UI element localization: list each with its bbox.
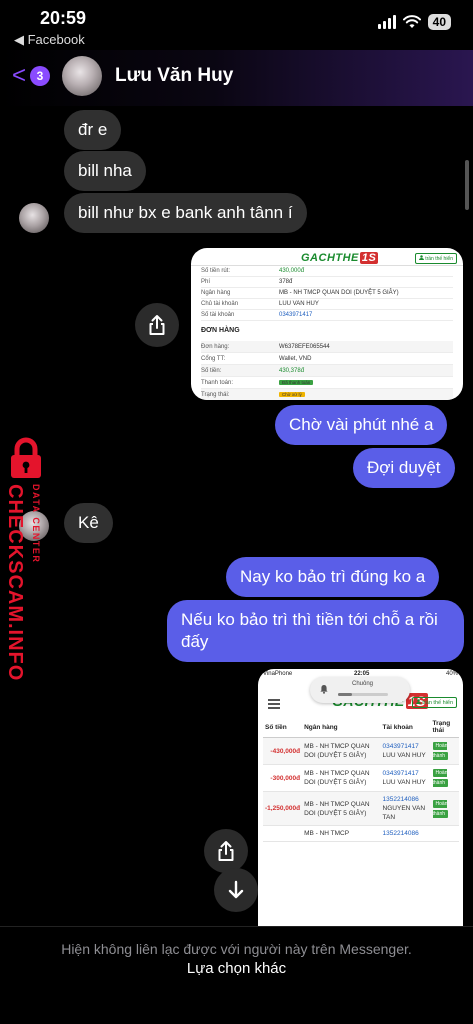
arrow-down-icon: [228, 880, 244, 899]
table-header-row: Số tiền Ngân hàng Tài khoản Trạng thái: [263, 717, 459, 738]
message-incoming[interactable]: bill nha: [64, 151, 146, 191]
detail-row: Số tiền rút: 430,000đ: [201, 266, 453, 277]
message-outgoing[interactable]: Nếu ko bảo trì thì tiền tới chỗ a rồi đấ…: [167, 600, 464, 662]
checkscam-watermark: CHECKSCAM.INFO DATA CENTER: [0, 436, 56, 682]
unread-badge: 3: [30, 66, 50, 86]
detail-row: Chủ tài khoản LUU VAN HUY: [201, 299, 453, 310]
table-row: MB - NH TMCP 1352214086: [263, 825, 459, 842]
share-button[interactable]: [135, 303, 179, 347]
paid-badge: Đã thanh toán: [279, 379, 314, 385]
other-options-link[interactable]: Lựa chọn khác: [0, 960, 473, 977]
order-details: Đơn hàng: W6378EFE065544 Cổng TT: Wallet, …: [201, 341, 453, 400]
signal-icon: [377, 15, 396, 29]
share-icon: [149, 315, 165, 335]
detail-row: Số tài khoản 0343971417: [201, 310, 453, 321]
unavailable-notice: Hiện không liên lạc được với người này t…: [61, 941, 412, 957]
share-icon: [218, 841, 234, 861]
bell-icon: [320, 685, 328, 694]
table-row: -430,000đ MB - NH TMCP QUAN DOI (DUYỆT 5…: [263, 737, 459, 765]
battery-indicator: 40: [427, 14, 451, 30]
user-icon: [418, 255, 424, 260]
status-badge: Hoàn thành: [432, 799, 449, 818]
status-badge: Hoàn thành: [432, 769, 449, 787]
scroll-to-bottom-button[interactable]: [214, 868, 258, 912]
message-outgoing[interactable]: Nay ko bảo trì đúng ko a: [226, 557, 440, 597]
detail-row: Số tiền: 430,378đ: [201, 365, 453, 377]
lock-icon: [11, 437, 41, 478]
user-icon: [415, 699, 421, 704]
detail-row: Trạng thái: Chờ xử lý: [201, 389, 453, 400]
detail-row: Phí 378đ: [201, 277, 453, 288]
menu-icon: [268, 699, 280, 711]
withdraw-details: Số tiền rút: 430,000đ Phí 378đ Ngân hàng MB…: [201, 266, 453, 321]
status-icons: 40: [377, 14, 451, 30]
message-incoming[interactable]: bill như bx e bank anh tânn í: [64, 193, 307, 233]
pending-badge: Chờ xử lý: [279, 391, 305, 397]
image-attachment-history[interactable]: VinaPhone 22:05 40% GACHTHE1S trần thế h…: [258, 669, 463, 927]
chat-header: < 3 Lưu Văn Huy: [0, 50, 473, 106]
message-incoming[interactable]: Kê: [64, 503, 113, 543]
scrollbar[interactable]: [465, 160, 469, 210]
back-to-facebook-link[interactable]: ◀ Facebook: [14, 32, 85, 48]
gachthe-logo: GACHTHE1S: [301, 252, 379, 264]
watermark-site: CHECKSCAM.INFO: [4, 484, 26, 682]
back-chevron-icon[interactable]: <: [12, 64, 26, 88]
detail-row: Ngân hàng MB - NH TMCP QUAN DOI (DUYỆT 5 …: [201, 288, 453, 299]
watermark-sub: DATA CENTER: [31, 484, 41, 564]
sender-avatar[interactable]: [19, 203, 49, 233]
order-title: ĐƠN HÀNG: [201, 327, 240, 334]
detail-row: Cổng TT: Wallet, VND: [201, 353, 453, 365]
message-outgoing[interactable]: Đợi duyệt: [353, 448, 455, 488]
table-row: -300,000đ MB - NH TMCP QUAN DOI (DUYỆT 5…: [263, 764, 459, 792]
share-button[interactable]: [204, 829, 248, 873]
status-badge: Hoàn thành: [432, 742, 449, 760]
message-outgoing[interactable]: Chờ vài phút nhé a: [275, 405, 448, 445]
ringer-notification: Chuông: [310, 677, 410, 703]
account-button: trần thế hiển: [411, 697, 457, 708]
detail-row: Thanh toán: Đã thanh toán: [201, 377, 453, 389]
status-bar: 20:59 ◀ Facebook 40: [0, 0, 473, 50]
message-incoming[interactable]: đr e: [64, 110, 122, 150]
wifi-icon: [402, 15, 421, 28]
image-attachment-receipt[interactable]: GACHTHE 1S trần thế hiển Số tiền rút: 430,…: [191, 248, 463, 400]
status-time: 20:59: [40, 8, 87, 28]
contact-name[interactable]: Lưu Văn Huy: [115, 65, 233, 87]
detail-row: Đơn hàng: W6378EFE065544: [201, 341, 453, 353]
contact-avatar[interactable]: [62, 56, 102, 96]
transaction-table: Số tiền Ngân hàng Tài khoản Trạng thái -…: [263, 717, 459, 842]
account-button: trần thế hiển: [414, 253, 457, 264]
table-row: -1,250,000đ MB - NH TMCP QUAN DOI (DUYỆT…: [263, 791, 459, 826]
composer-disabled-footer: Hiện không liên lạc được với người này t…: [0, 926, 473, 1024]
